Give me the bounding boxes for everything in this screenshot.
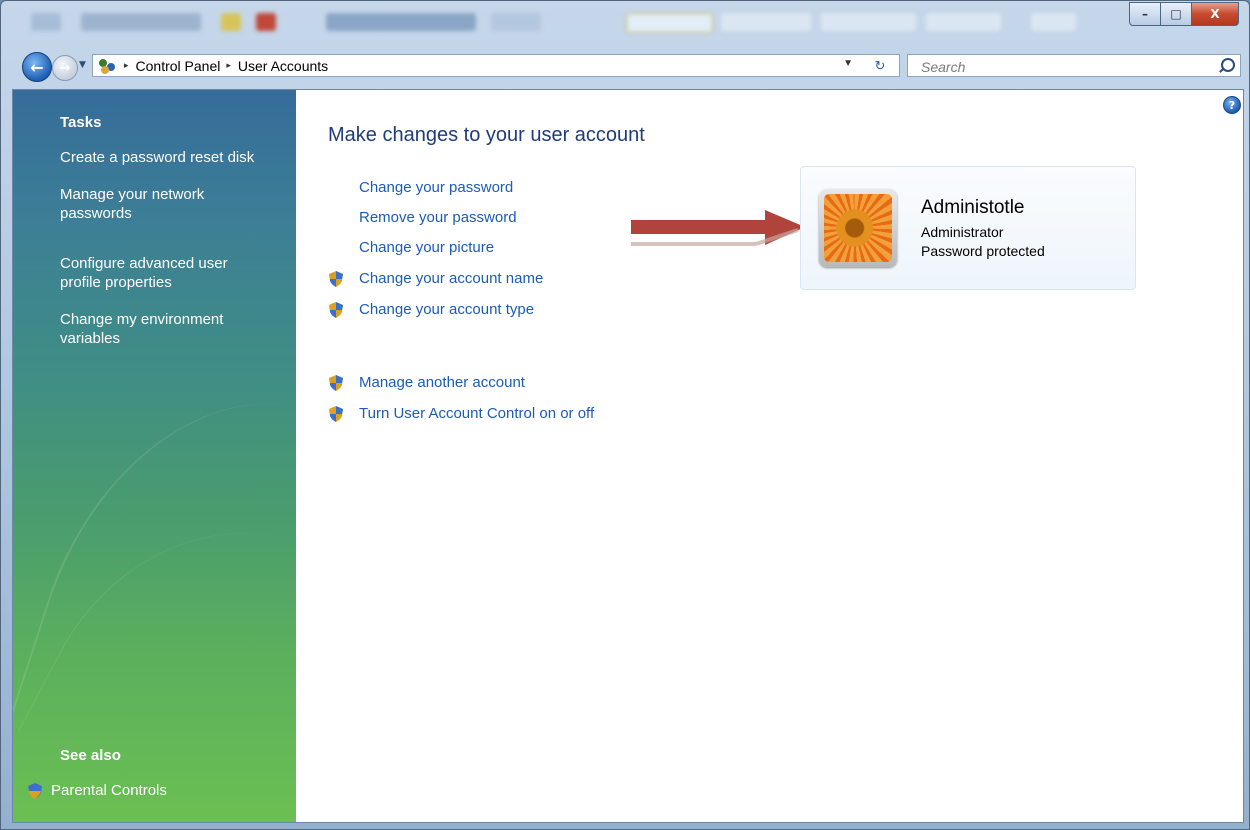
- recent-pages-dropdown[interactable]: ▼: [79, 60, 86, 70]
- manage-another-account-link[interactable]: Manage another account: [359, 374, 525, 391]
- search-box: [907, 54, 1241, 78]
- search-icon[interactable]: [1221, 58, 1235, 72]
- see-also-heading: See also: [60, 747, 121, 764]
- breadcrumb-separator-icon: ▸: [124, 60, 129, 70]
- uac-shield-icon: [329, 405, 343, 422]
- back-button[interactable]: ←: [22, 52, 52, 82]
- toggle-uac-row: Turn User Account Control on or off: [329, 405, 594, 422]
- search-input[interactable]: [908, 55, 1213, 78]
- breadcrumb-separator-icon: ▸: [226, 60, 231, 70]
- task-configure-advanced-profile[interactable]: Configure advanced user profile properti…: [60, 254, 270, 292]
- navigation-bar: ← → ▼ ▸ Control Panel ▸ User Accounts ▼ …: [1, 47, 1249, 83]
- page-title: Make changes to your user account: [328, 124, 645, 146]
- account-name: Administotle: [921, 197, 1025, 218]
- uac-shield-icon: [329, 374, 343, 391]
- toggle-uac-link[interactable]: Turn User Account Control on or off: [359, 405, 594, 422]
- close-button[interactable]: X: [1191, 2, 1239, 26]
- main-pane: ? Make changes to your user account Chan…: [296, 90, 1243, 822]
- annotation-arrow-icon: [631, 210, 805, 246]
- task-manage-network-passwords[interactable]: Manage your network passwords: [60, 185, 240, 223]
- see-also-parental-controls[interactable]: Parental Controls: [28, 782, 167, 799]
- task-create-password-reset-disk[interactable]: Create a password reset disk: [60, 148, 280, 167]
- account-type: Administrator: [921, 224, 1004, 240]
- change-picture-link[interactable]: Change your picture: [359, 239, 494, 256]
- uac-shield-icon: [329, 301, 343, 318]
- tasks-heading: Tasks: [60, 114, 102, 131]
- caption-buttons: – □ X: [1129, 2, 1239, 26]
- content-frame: Tasks Create a password reset disk Manag…: [12, 89, 1244, 823]
- orange-flower-picture-icon: [824, 194, 892, 262]
- change-account-name-row: Change your account name: [329, 270, 543, 287]
- address-bar[interactable]: ▸ Control Panel ▸ User Accounts ▼ ↻: [92, 54, 900, 77]
- forward-button[interactable]: →: [52, 55, 78, 81]
- avatar[interactable]: [819, 189, 897, 267]
- change-password-link[interactable]: Change your password: [359, 179, 513, 196]
- breadcrumb-control-panel[interactable]: Control Panel: [136, 58, 221, 74]
- refresh-icon[interactable]: ↻: [869, 56, 891, 75]
- change-account-type-link[interactable]: Change your account type: [359, 301, 534, 318]
- user-accounts-window: – □ X ← → ▼ ▸ Control Panel ▸ User Accou…: [0, 0, 1250, 830]
- address-dropdown-icon[interactable]: ▼: [843, 58, 853, 69]
- account-card: Administotle Administrator Password prot…: [800, 166, 1136, 290]
- breadcrumb-user-accounts[interactable]: User Accounts: [238, 58, 328, 74]
- task-pane: Tasks Create a password reset disk Manag…: [13, 90, 436, 822]
- uac-shield-icon: [329, 270, 343, 287]
- maximize-button[interactable]: □: [1160, 2, 1192, 26]
- change-account-type-row: Change your account type: [329, 301, 534, 318]
- title-bar: – □ X: [1, 1, 1249, 47]
- shield-icon: [28, 782, 42, 799]
- users-icon: [98, 58, 118, 74]
- minimize-button[interactable]: –: [1129, 2, 1161, 26]
- parental-controls-label[interactable]: Parental Controls: [51, 782, 167, 799]
- remove-password-link[interactable]: Remove your password: [359, 209, 517, 226]
- manage-another-account-row: Manage another account: [329, 374, 525, 391]
- blurred-toolbar-strip: [21, 9, 1081, 35]
- task-change-environment-variables[interactable]: Change my environment variables: [60, 310, 260, 348]
- account-status: Password protected: [921, 243, 1045, 259]
- change-account-name-link[interactable]: Change your account name: [359, 270, 543, 287]
- help-icon[interactable]: ?: [1223, 96, 1241, 114]
